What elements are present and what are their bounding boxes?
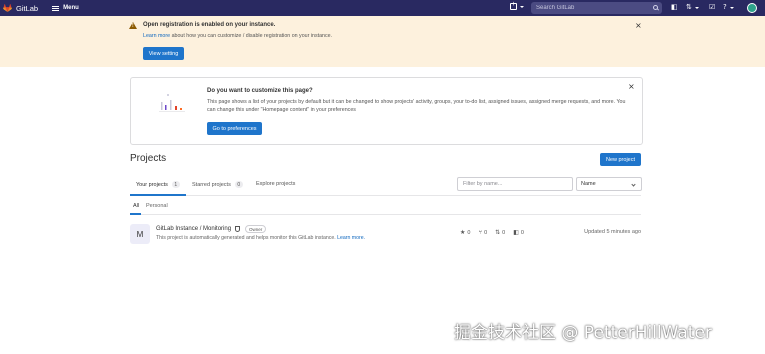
banner-text-rest: about how you can customize / disable re… [170,33,333,39]
chevron-down-icon [520,5,524,8]
active-subtab-indicator [130,213,141,215]
shield-icon [235,226,241,232]
merge-request-icon: ⇅ [686,3,692,11]
chevron-down-icon [694,6,699,9]
tab-label: Starred projects [192,181,231,188]
search-icon [653,5,658,10]
updated-time: Updated 5 minutes ago [584,229,641,235]
plus-icon [510,1,517,10]
issues-count[interactable]: ◧ 0 [513,229,524,236]
banner-learn-more-link[interactable]: Learn more [143,33,170,39]
merge-requests-count[interactable]: ⇅ 0 [495,229,505,236]
project-name: GitLab Instance / Monitoring Owner [156,225,267,233]
issues-button[interactable]: ◧ [671,4,678,11]
go-to-preferences-button[interactable]: Go to preferences [207,122,262,135]
menu-icon [52,5,60,11]
merge-request-icon: ⇅ [495,229,501,236]
project-stats: ★ 0 ⑂ 0 ⇅ 0 ◧ 0 [460,229,532,236]
stars-count[interactable]: ★ 0 [460,229,470,236]
view-setting-button[interactable]: View setting [143,47,184,60]
stars-value: 0 [467,229,471,236]
project-description-text: This project is automatically generated … [156,235,338,241]
sort-dropdown[interactable]: Name [576,177,642,191]
banner-title: Open registration is enabled on your ins… [143,22,276,28]
filter-by-name-input[interactable] [457,177,573,191]
tab-starred-projects[interactable]: Starred projects 0 [192,181,243,188]
issues-icon: ◧ [671,3,678,11]
user-avatar[interactable] [747,3,757,13]
issues-value: 0 [520,229,524,236]
chevron-down-icon [631,182,636,187]
project-avatar[interactable]: M [130,224,150,244]
search-box[interactable] [531,2,662,14]
help-icon: ? [723,3,727,11]
tab-your-projects[interactable]: Your projects 1 [136,181,180,188]
project-description: This project is automatically generated … [156,235,365,241]
close-icon[interactable]: × [635,22,642,30]
chevron-down-icon [729,6,734,9]
fork-icon: ⑂ [478,229,483,236]
tab-label: Your projects [136,181,168,188]
merge-requests-button[interactable]: ⇅ [686,4,699,11]
todo-icon: ☑ [709,3,716,11]
warning-icon [129,22,137,29]
watermark: 掘金技术社区 @ PetterHillWater [454,323,712,343]
top-navbar: GitLab Menu ◧ ⇅ ☑ ? [0,0,765,16]
customize-illustration [159,94,185,112]
project-subtabs: All Personal [130,197,641,215]
menu-label: Menu [63,5,79,11]
star-icon: ★ [460,229,466,236]
list-item: M GitLab Instance / Monitoring Owner Thi… [130,216,641,250]
project-name-link[interactable]: GitLab Instance / Monitoring [156,226,231,232]
subtab-personal[interactable]: Personal [146,203,168,209]
menu-button[interactable]: Menu [52,5,79,11]
merge-requests-value: 0 [502,229,506,236]
search-input[interactable] [536,5,646,11]
tab-label: Explore projects [256,181,296,187]
issue-icon: ◧ [513,229,519,236]
callout-title: Do you want to customize this page? [207,88,313,94]
registration-banner [0,16,765,67]
todos-button[interactable]: ☑ [709,4,715,11]
tab-count: 0 [234,181,243,188]
tab-count: 1 [171,181,180,188]
forks-count[interactable]: ⑂ 0 [478,229,487,236]
gitlab-logo[interactable]: GitLab [3,4,38,13]
create-new-dropdown[interactable] [510,1,524,10]
close-icon[interactable]: × [628,83,635,91]
sort-label: Name [581,181,596,187]
subtab-all[interactable]: All [133,203,139,209]
brand-name: GitLab [16,3,39,13]
tab-explore-projects[interactable]: Explore projects [256,181,295,187]
page-title: Projects [130,153,167,164]
forks-value: 0 [484,229,488,236]
customize-homepage-callout: Do you want to customize this page? This… [130,77,643,145]
active-tab-indicator [130,194,186,196]
callout-body: This page shows a list of your projects … [207,99,626,113]
new-project-button[interactable]: New project [600,153,641,166]
help-button[interactable]: ? [723,4,734,11]
banner-text: Learn more about how you can customize /… [143,33,332,39]
gitlab-logo-icon [3,4,12,12]
project-learn-more-link[interactable]: Learn more. [337,235,365,241]
role-badge: Owner [245,225,267,233]
